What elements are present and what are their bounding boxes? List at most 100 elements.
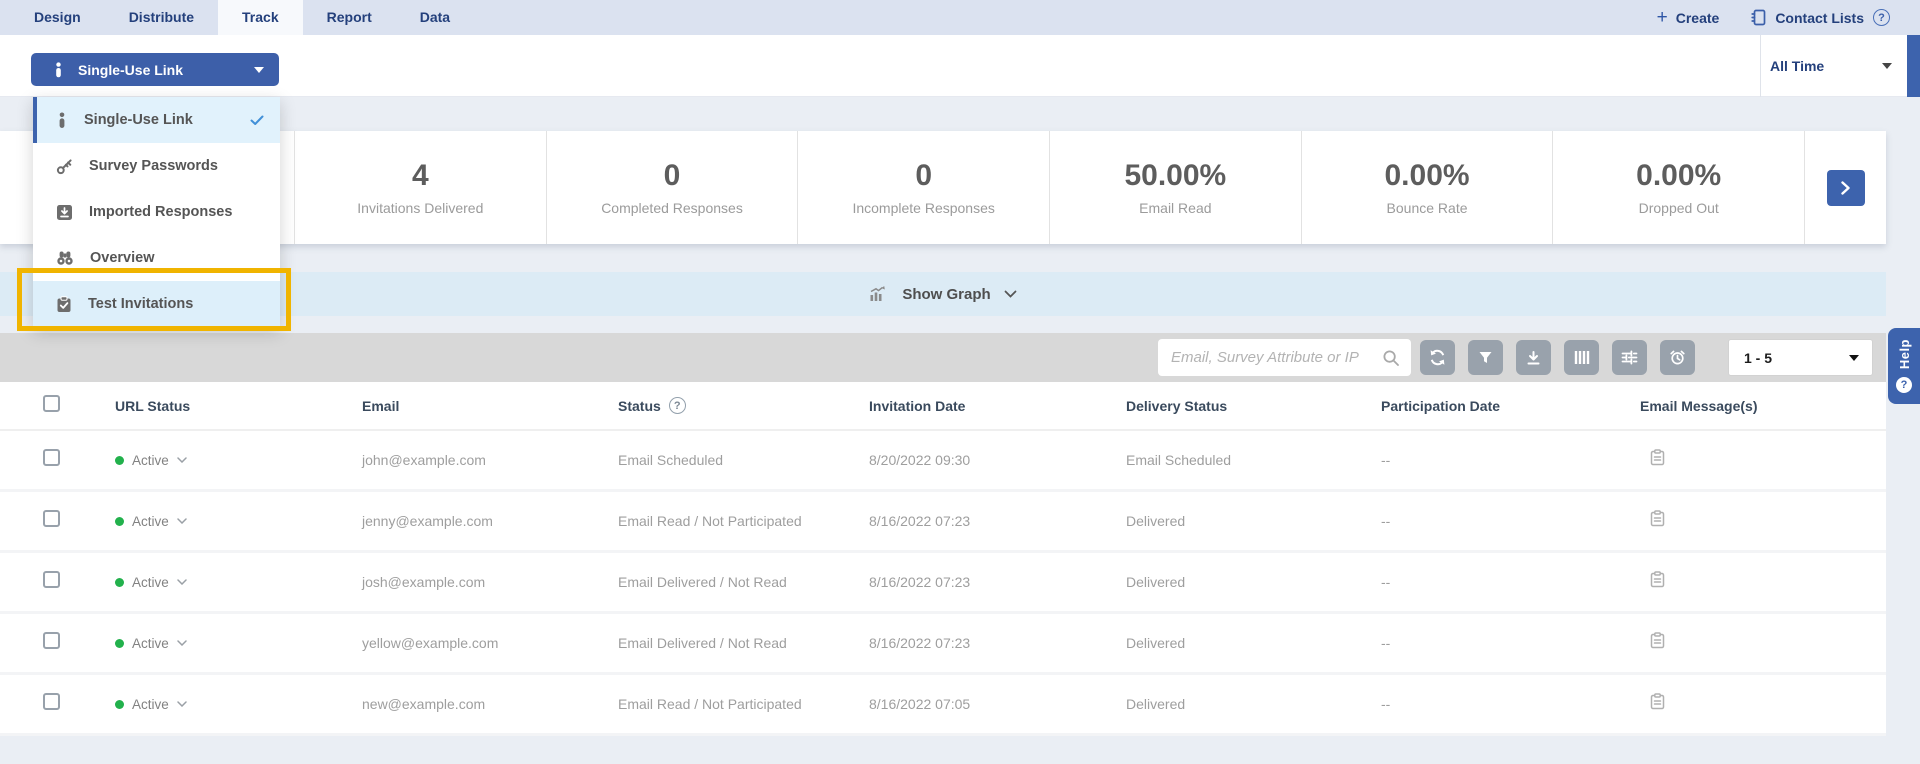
adjustments-button[interactable] — [1612, 340, 1647, 375]
stat-value: 50.00% — [1124, 159, 1226, 193]
active-dot-icon — [115, 517, 124, 526]
row-checkbox[interactable] — [43, 510, 60, 527]
status-help-icon[interactable]: ? — [669, 397, 686, 414]
question-mark-icon: ? — [1896, 377, 1912, 393]
column-header-email-messages[interactable]: Email Message(s) — [1623, 398, 1886, 414]
tab-distribute[interactable]: Distribute — [105, 0, 218, 35]
tab-data[interactable]: Data — [396, 0, 474, 35]
email-message-icon[interactable] — [1650, 510, 1665, 527]
stats-next-area — [1804, 131, 1886, 244]
chevron-down-icon[interactable] — [177, 518, 187, 524]
url-status-cell[interactable]: Active — [98, 453, 345, 468]
time-range-dropdown[interactable]: All Time — [1770, 35, 1892, 97]
email-cell: new@example.com — [345, 696, 601, 712]
stat-label: Dropped Out — [1639, 200, 1719, 216]
table-row: Active josh@example.com Email Delivered … — [0, 553, 1886, 614]
column-header-email[interactable]: Email — [345, 398, 601, 414]
active-dot-icon — [115, 639, 124, 648]
right-edge-strip — [1907, 35, 1920, 97]
stat-label: Invitations Delivered — [357, 200, 483, 216]
email-message-icon[interactable] — [1650, 693, 1665, 710]
status-cell: Email Delivered / Not Read — [601, 635, 852, 651]
create-label: Create — [1676, 10, 1720, 26]
delivery-status-cell: Delivered — [1109, 635, 1364, 651]
stat-dropped-out: 0.00% Dropped Out — [1552, 131, 1804, 244]
tab-design[interactable]: Design — [10, 0, 105, 35]
chevron-down-icon[interactable] — [177, 701, 187, 707]
participation-date-cell: -- — [1364, 452, 1623, 468]
filter-button[interactable] — [1468, 340, 1503, 375]
contact-lists-button[interactable]: Contact Lists ? — [1751, 9, 1890, 26]
table-row: Active jenny@example.com Email Read / No… — [0, 492, 1886, 553]
email-cell: josh@example.com — [345, 574, 601, 590]
chevron-down-icon — [1004, 290, 1017, 298]
chevron-down-icon[interactable] — [177, 457, 187, 463]
plus-icon: + — [1657, 8, 1668, 27]
url-status-cell[interactable]: Active — [98, 636, 345, 651]
delivery-status-cell: Email Scheduled — [1109, 452, 1364, 468]
help-tab[interactable]: Help ? — [1888, 328, 1920, 404]
invitation-date-cell: 8/16/2022 07:23 — [852, 574, 1109, 590]
contact-lists-help-icon[interactable]: ? — [1873, 9, 1890, 26]
contact-lists-label: Contact Lists — [1775, 10, 1864, 26]
invitation-date-cell: 8/16/2022 07:23 — [852, 635, 1109, 651]
search-input[interactable] — [1171, 349, 1382, 366]
menu-item-survey-passwords[interactable]: Survey Passwords — [33, 143, 280, 189]
stat-label: Completed Responses — [601, 200, 743, 216]
alarm-clock-icon — [1669, 349, 1686, 366]
download-button[interactable] — [1516, 340, 1551, 375]
stat-email-read: 50.00% Email Read — [1049, 131, 1301, 244]
refresh-button[interactable] — [1420, 340, 1455, 375]
chevron-down-icon[interactable] — [177, 640, 187, 646]
row-checkbox[interactable] — [43, 571, 60, 588]
search-box — [1158, 339, 1411, 376]
table-row: Active new@example.com Email Read / Not … — [0, 675, 1886, 736]
stat-value: 0 — [915, 159, 932, 193]
stat-incomplete-responses: 0 Incomplete Responses — [797, 131, 1049, 244]
column-header-delivery-status[interactable]: Delivery Status — [1109, 398, 1364, 414]
key-icon — [56, 158, 73, 175]
menu-item-imported-responses[interactable]: Imported Responses — [33, 189, 280, 235]
tab-report[interactable]: Report — [303, 0, 396, 35]
status-cell: Email Delivered / Not Read — [601, 574, 852, 590]
email-message-icon[interactable] — [1650, 571, 1665, 588]
url-status-cell[interactable]: Active — [98, 575, 345, 590]
column-header-participation-date[interactable]: Participation Date — [1364, 398, 1623, 414]
menu-item-single-use-link[interactable]: Single-Use Link — [33, 97, 280, 143]
row-checkbox[interactable] — [43, 449, 60, 466]
email-message-icon[interactable] — [1650, 449, 1665, 466]
chart-icon — [869, 286, 889, 302]
delivery-status-cell: Delivered — [1109, 574, 1364, 590]
stat-value: 0 — [664, 159, 681, 193]
url-status-cell[interactable]: Active — [98, 697, 345, 712]
participation-date-cell: -- — [1364, 696, 1623, 712]
email-cell: jenny@example.com — [345, 513, 601, 529]
toolbar-buttons — [1420, 340, 1695, 375]
stats-panel: 4 Invitations Delivered 0 Completed Resp… — [0, 131, 1886, 244]
chevron-down-icon[interactable] — [177, 579, 187, 585]
columns-button[interactable] — [1564, 340, 1599, 375]
url-status-cell[interactable]: Active — [98, 514, 345, 529]
row-checkbox[interactable] — [43, 693, 60, 710]
schedule-button[interactable] — [1660, 340, 1695, 375]
next-stats-button[interactable] — [1827, 170, 1865, 206]
create-button[interactable]: + Create — [1657, 8, 1720, 27]
active-dot-icon — [115, 456, 124, 465]
columns-icon — [1574, 350, 1590, 365]
participation-date-cell: -- — [1364, 635, 1623, 651]
table-toolbar: 1 - 5 — [0, 333, 1886, 382]
nav-actions: + Create Contact Lists ? — [1657, 0, 1890, 35]
stat-bounce-rate: 0.00% Bounce Rate — [1301, 131, 1553, 244]
tab-track[interactable]: Track — [218, 0, 303, 35]
filter-icon — [1478, 350, 1493, 365]
collector-dropdown-button[interactable]: Single-Use Link — [31, 53, 279, 86]
column-header-status[interactable]: Status ? — [601, 397, 852, 414]
column-header-url-status[interactable]: URL Status — [98, 398, 345, 414]
select-all-checkbox[interactable] — [43, 395, 60, 412]
column-header-invitation-date[interactable]: Invitation Date — [852, 398, 1109, 414]
divider — [1760, 35, 1761, 97]
row-checkbox[interactable] — [43, 632, 60, 649]
delivery-status-cell: Delivered — [1109, 513, 1364, 529]
email-message-icon[interactable] — [1650, 632, 1665, 649]
page-range-select[interactable]: 1 - 5 — [1728, 339, 1873, 376]
